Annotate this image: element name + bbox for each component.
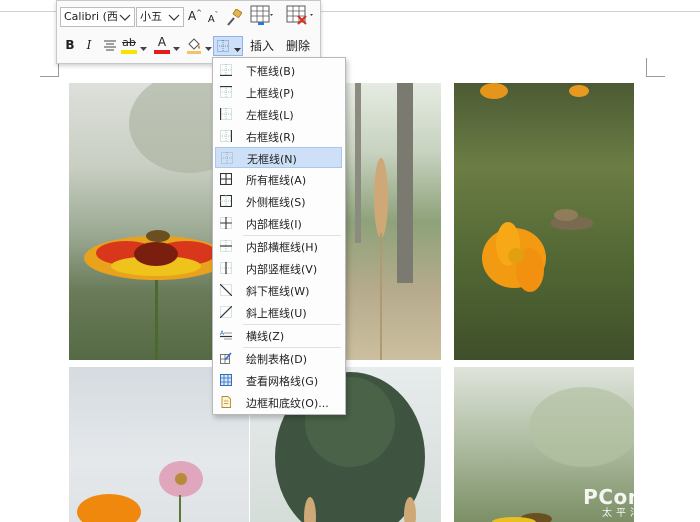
delete-button[interactable]: 删除 xyxy=(284,37,312,53)
delete-label: 删除 xyxy=(285,39,310,53)
highlight-button[interactable]: ab xyxy=(121,35,137,55)
highlight-dropdown-icon[interactable] xyxy=(140,42,147,51)
menu-item-label: 无框线(N) xyxy=(247,153,297,166)
highlight-icon: ab xyxy=(122,36,136,49)
photo-trees-grass[interactable] xyxy=(345,83,441,360)
bold-button[interactable]: B xyxy=(64,38,76,54)
shrink-font-button[interactable]: Aˇ xyxy=(206,11,220,27)
menu-item-right-border[interactable]: 右框线(R) xyxy=(215,126,342,147)
shrink-font-icon: A xyxy=(207,14,215,25)
borders-icon xyxy=(217,40,229,52)
format-painter-icon[interactable] xyxy=(225,8,243,27)
menu-item-left-border[interactable]: 左框线(L) xyxy=(215,104,342,125)
view-gridlines-icon xyxy=(220,374,232,386)
menu-item-inside-vertical-border[interactable]: 内部竖框线(V) xyxy=(215,258,342,279)
diagonal-up-border-icon xyxy=(220,306,232,318)
highlight-color-bar xyxy=(121,50,137,54)
watermark-brand: PConline xyxy=(583,485,686,509)
menu-item-top-border[interactable]: 上框线(P) xyxy=(215,82,342,103)
font-color-button[interactable]: A xyxy=(154,35,170,55)
border-inside-icon xyxy=(220,217,232,229)
font-color-dropdown-icon[interactable] xyxy=(173,42,180,51)
border-outside-icon xyxy=(220,195,232,207)
border-inside-vertical-icon xyxy=(220,262,232,274)
menu-item-label: 查看网格线(G) xyxy=(246,375,319,388)
menu-item-label: 斜下框线(W) xyxy=(246,285,310,298)
menu-item-all-borders[interactable]: 所有框线(A) xyxy=(215,169,342,190)
font-size-value: 小五 xyxy=(140,10,162,23)
shading-dropdown-icon[interactable] xyxy=(205,42,212,51)
borders-dropdown-icon xyxy=(234,43,241,52)
font-size-dropdown-icon[interactable] xyxy=(167,8,181,26)
border-all-icon xyxy=(220,173,232,185)
menu-item-diagonal-up-border[interactable]: 斜上框线(U) xyxy=(215,302,342,323)
menu-item-label: 上框线(P) xyxy=(246,87,295,100)
font-size-combo[interactable]: 小五 xyxy=(136,7,184,27)
bold-icon: B xyxy=(65,38,75,52)
insert-table-icon[interactable] xyxy=(250,5,274,27)
italic-button[interactable]: I xyxy=(83,38,95,54)
grow-font-button[interactable]: A^ xyxy=(187,9,203,27)
border-bottom-icon xyxy=(220,64,232,76)
borders-button[interactable] xyxy=(213,36,243,56)
menu-item-diagonal-down-border[interactable]: 斜下框线(W) xyxy=(215,280,342,301)
delete-table-icon[interactable] xyxy=(286,5,314,27)
menu-item-label: 所有框线(A) xyxy=(246,174,307,187)
menu-item-no-border[interactable]: 无框线(N) xyxy=(215,147,342,168)
menu-item-label: 右框线(R) xyxy=(246,131,296,144)
menu-item-inside-horizontal-border[interactable]: 内部横框线(H) xyxy=(215,236,342,257)
diagonal-down-border-icon xyxy=(220,284,232,296)
menu-item-horizontal-line[interactable]: A 横线(Z) xyxy=(215,325,342,346)
menu-item-label: 内部竖框线(V) xyxy=(246,263,318,276)
menu-item-outside-borders[interactable]: 外侧框线(S) xyxy=(215,191,342,212)
font-color-icon: A xyxy=(157,35,167,49)
border-top-icon xyxy=(220,86,232,98)
menu-item-view-gridlines[interactable]: 查看网格线(G) xyxy=(215,370,342,391)
border-inside-horizontal-icon xyxy=(220,240,232,252)
font-name-combo[interactable]: Calibri (西文 xyxy=(60,7,135,27)
shading-bucket-icon[interactable] xyxy=(185,36,203,54)
photo-cosmos-moth[interactable] xyxy=(454,83,634,360)
border-none-icon xyxy=(221,152,233,164)
mini-toolbar: Calibri (西文 小五 A^ Aˇ B I ab A 插入 删除 xyxy=(56,0,321,64)
font-color-bar xyxy=(154,50,170,54)
menu-item-borders-and-shading[interactable]: 边框和底纹(O)... xyxy=(215,392,342,413)
draw-table-icon xyxy=(220,352,232,364)
menu-item-inside-borders[interactable]: 内部框线(I) xyxy=(215,213,342,234)
menu-item-label: 内部框线(I) xyxy=(246,218,302,231)
menu-item-draw-table[interactable]: 绘制表格(D) xyxy=(215,348,342,369)
menu-item-bottom-border[interactable]: 下框线(B) xyxy=(215,60,342,81)
borders-shading-icon xyxy=(221,396,231,408)
italic-icon: I xyxy=(86,38,92,52)
menu-item-label: 斜上框线(U) xyxy=(246,307,307,320)
center-align-icon[interactable] xyxy=(103,40,117,52)
page-margin-corner-right xyxy=(646,58,665,77)
watermark-sub: 太平洋电脑网 xyxy=(602,508,686,519)
font-name-dropdown-icon[interactable] xyxy=(118,8,132,26)
border-left-icon xyxy=(220,108,232,120)
menu-item-label: 左框线(L) xyxy=(246,109,294,122)
grow-font-icon: A xyxy=(187,9,197,23)
menu-item-label: 下框线(B) xyxy=(246,65,296,78)
menu-item-label: 横线(Z) xyxy=(246,330,285,343)
menu-item-label: 内部横框线(H) xyxy=(246,241,318,254)
border-right-icon xyxy=(220,130,232,142)
watermark: PConline 太平洋电脑网 xyxy=(583,486,686,520)
menu-item-label: 绘制表格(D) xyxy=(246,353,308,366)
borders-dropdown-menu: 下框线(B) 上框线(P) 左框线(L) 右框线(R) 无框线(N) 所有框线(… xyxy=(212,57,346,415)
insert-button[interactable]: 插入 xyxy=(248,37,276,53)
insert-label: 插入 xyxy=(249,39,274,53)
horizontal-line-icon: A xyxy=(220,330,232,340)
menu-item-label: 边框和底纹(O)... xyxy=(246,397,329,410)
menu-item-label: 外侧框线(S) xyxy=(246,196,306,209)
